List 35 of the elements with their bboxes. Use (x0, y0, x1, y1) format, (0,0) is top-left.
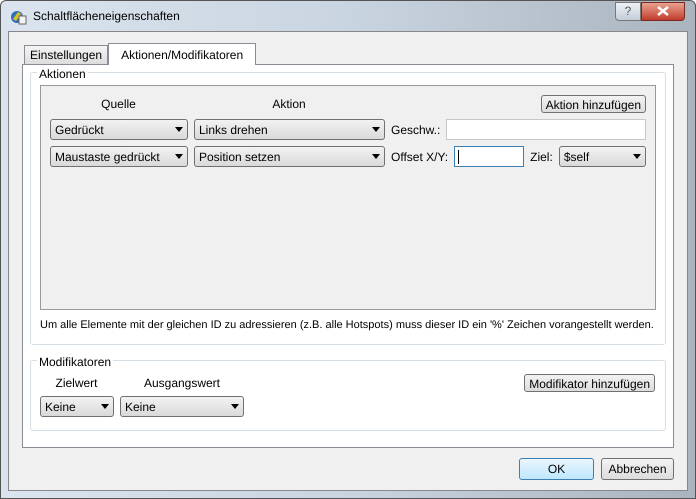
dropdown[interactable]: Keine (120, 396, 244, 417)
button[interactable]: Modifikator hinzufügen (524, 374, 655, 392)
dropdown-arrow-icon (175, 127, 183, 132)
button[interactable]: Abbrechen (601, 458, 674, 480)
text-cursor-icon (458, 150, 460, 164)
field-label: Geschw.: (391, 122, 440, 138)
dropdown-arrow-icon (231, 404, 239, 409)
column-header: Zielwert (54, 375, 98, 392)
field-label: Offset X/Y: (391, 148, 448, 166)
tab[interactable]: Einstellungen (24, 45, 108, 64)
dropdown[interactable]: $self (558, 146, 646, 167)
field-label: Ziel: (530, 148, 553, 166)
dropdown[interactable]: Maustaste gedrückt (50, 146, 188, 167)
dropdown-arrow-icon (633, 154, 641, 159)
dropdown-arrow-icon (101, 404, 109, 409)
window-title: Schaltflächeneigenschaften (33, 8, 181, 25)
input-field[interactable] (446, 119, 646, 140)
button[interactable]: OK (519, 458, 594, 480)
column-header: Quelle (100, 96, 137, 112)
dropdown[interactable]: Links drehen (194, 119, 385, 140)
dropdown-arrow-icon (372, 127, 380, 132)
column-header: Aktion (271, 96, 307, 112)
dropdown-arrow-icon (175, 154, 183, 159)
close-icon (657, 6, 669, 16)
tab[interactable]: Aktionen/Modifikatoren (108, 43, 256, 65)
dropdown[interactable]: Keine (40, 396, 114, 417)
dropdown-arrow-icon (372, 154, 380, 159)
column-header: Ausgangswert (142, 375, 222, 392)
dropdown[interactable]: Position setzen (194, 146, 385, 167)
help-button[interactable]: ? (615, 2, 641, 20)
close-button[interactable] (641, 2, 685, 20)
input-field[interactable] (454, 146, 524, 167)
note-text: Um alle Elemente mit der gleichen ID zu adressieren (z.B. alle Hotspots) muss dieser ID ein '%' Zeichen vorangestellt werden. (40, 318, 654, 333)
button[interactable]: Aktion hinzufügen (540, 94, 646, 112)
dropdown[interactable]: Gedrückt (50, 119, 188, 140)
